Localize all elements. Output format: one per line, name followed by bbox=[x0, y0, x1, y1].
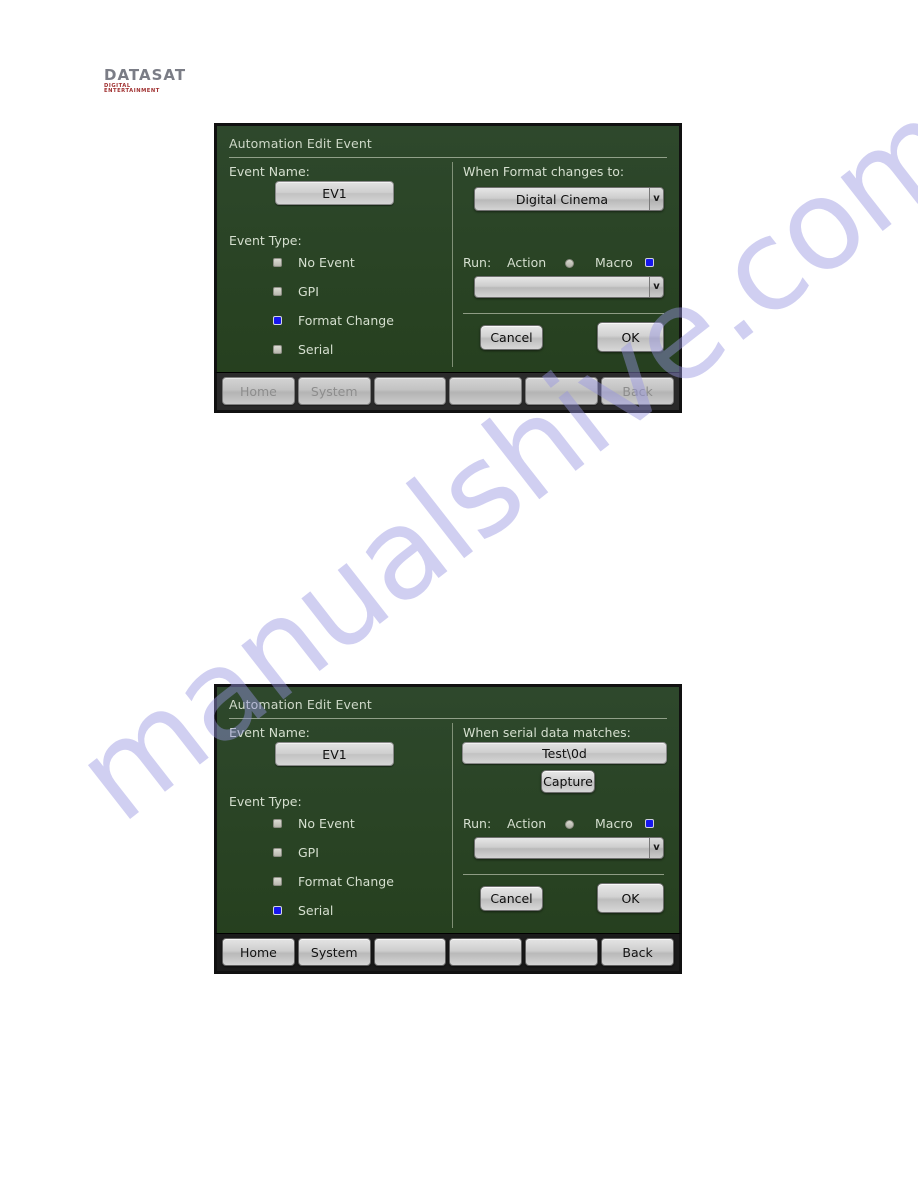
format-select-value: Digital Cinema bbox=[475, 188, 649, 210]
radio-label-format-change: Format Change bbox=[298, 313, 394, 328]
run-macro-label: Macro bbox=[595, 255, 633, 270]
actions-divider bbox=[463, 874, 664, 875]
macro-select[interactable]: v bbox=[474, 276, 664, 298]
dialog-screen-format: Automation Edit Event Event Name: EV1 Ev… bbox=[215, 124, 681, 372]
run-action-radio[interactable] bbox=[565, 259, 574, 268]
softkey-system[interactable]: System bbox=[297, 938, 371, 966]
actions-divider bbox=[463, 313, 664, 314]
macro-select-value bbox=[475, 838, 649, 858]
radio-gpi[interactable] bbox=[273, 287, 282, 296]
ok-button[interactable]: OK bbox=[597, 322, 664, 352]
logo-wordmark-text: DATASAT bbox=[104, 66, 187, 84]
softkey-4[interactable] bbox=[449, 377, 523, 405]
radio-serial[interactable] bbox=[273, 345, 282, 354]
dialog-title: Automation Edit Event bbox=[229, 697, 372, 712]
event-name-field[interactable]: EV1 bbox=[275, 742, 394, 766]
macro-select-value bbox=[475, 277, 649, 297]
condition-label: When Format changes to: bbox=[463, 164, 625, 179]
softkey-5[interactable] bbox=[525, 377, 599, 405]
softkey-back[interactable]: Back bbox=[601, 938, 674, 966]
column-divider bbox=[452, 723, 453, 928]
run-macro-radio[interactable] bbox=[645, 819, 654, 828]
ok-button[interactable]: OK bbox=[597, 883, 664, 913]
chevron-down-icon: v bbox=[649, 277, 663, 297]
logo-tagline: DIGITAL ENTERTAINMENT bbox=[104, 83, 160, 95]
condition-label: When serial data matches: bbox=[463, 725, 631, 740]
run-label: Run: bbox=[463, 816, 492, 831]
radio-label-no-event: No Event bbox=[298, 255, 355, 270]
softkey-bar-format: Home System Back bbox=[215, 372, 681, 412]
dialog-screen-serial: Automation Edit Event Event Name: EV1 Ev… bbox=[215, 685, 681, 933]
event-type-label: Event Type: bbox=[229, 233, 302, 248]
radio-serial[interactable] bbox=[273, 906, 282, 915]
chevron-down-icon: v bbox=[649, 188, 663, 210]
softkey-home[interactable]: Home bbox=[222, 938, 295, 966]
softkey-back[interactable]: Back bbox=[601, 377, 674, 405]
run-action-label: Action bbox=[507, 816, 547, 831]
radio-label-gpi: GPI bbox=[298, 845, 319, 860]
run-action-label: Action bbox=[507, 255, 547, 270]
column-divider bbox=[452, 162, 453, 367]
softkey-bar-serial: Home System Back bbox=[215, 933, 681, 973]
softkey-4[interactable] bbox=[449, 938, 523, 966]
softkey-3[interactable] bbox=[373, 938, 447, 966]
title-divider bbox=[229, 718, 667, 719]
radio-gpi[interactable] bbox=[273, 848, 282, 857]
macro-select[interactable]: v bbox=[474, 837, 664, 859]
event-name-label: Event Name: bbox=[229, 725, 310, 740]
radio-no-event[interactable] bbox=[273, 258, 282, 267]
radio-format-change[interactable] bbox=[273, 877, 282, 886]
datasat-logo: DATASAT DIGITAL ENTERTAINMENT bbox=[104, 68, 186, 94]
softkey-home[interactable]: Home bbox=[222, 377, 295, 405]
softkey-system[interactable]: System bbox=[297, 377, 371, 405]
dialog-title: Automation Edit Event bbox=[229, 136, 372, 151]
event-name-field[interactable]: EV1 bbox=[275, 181, 394, 205]
radio-label-format-change: Format Change bbox=[298, 874, 394, 889]
radio-no-event[interactable] bbox=[273, 819, 282, 828]
run-action-radio[interactable] bbox=[565, 820, 574, 829]
cancel-button[interactable]: Cancel bbox=[480, 325, 543, 350]
run-macro-radio[interactable] bbox=[645, 258, 654, 267]
event-name-label: Event Name: bbox=[229, 164, 310, 179]
automation-edit-event-dialog-format: Automation Edit Event Event Name: EV1 Ev… bbox=[215, 124, 681, 412]
radio-label-no-event: No Event bbox=[298, 816, 355, 831]
run-macro-label: Macro bbox=[595, 816, 633, 831]
run-label: Run: bbox=[463, 255, 492, 270]
title-divider bbox=[229, 157, 667, 158]
format-select[interactable]: Digital Cinema v bbox=[474, 187, 664, 211]
radio-format-change[interactable] bbox=[273, 316, 282, 325]
capture-button[interactable]: Capture bbox=[541, 770, 595, 793]
softkey-3[interactable] bbox=[373, 377, 447, 405]
radio-label-serial: Serial bbox=[298, 342, 334, 357]
radio-label-gpi: GPI bbox=[298, 284, 319, 299]
event-type-label: Event Type: bbox=[229, 794, 302, 809]
serial-match-field[interactable]: Test\0d bbox=[462, 742, 667, 764]
chevron-down-icon: v bbox=[649, 838, 663, 858]
automation-edit-event-dialog-serial: Automation Edit Event Event Name: EV1 Ev… bbox=[215, 685, 681, 973]
softkey-5[interactable] bbox=[525, 938, 599, 966]
cancel-button[interactable]: Cancel bbox=[480, 886, 543, 911]
radio-label-serial: Serial bbox=[298, 903, 334, 918]
logo-wordmark: DATASAT bbox=[104, 68, 186, 83]
